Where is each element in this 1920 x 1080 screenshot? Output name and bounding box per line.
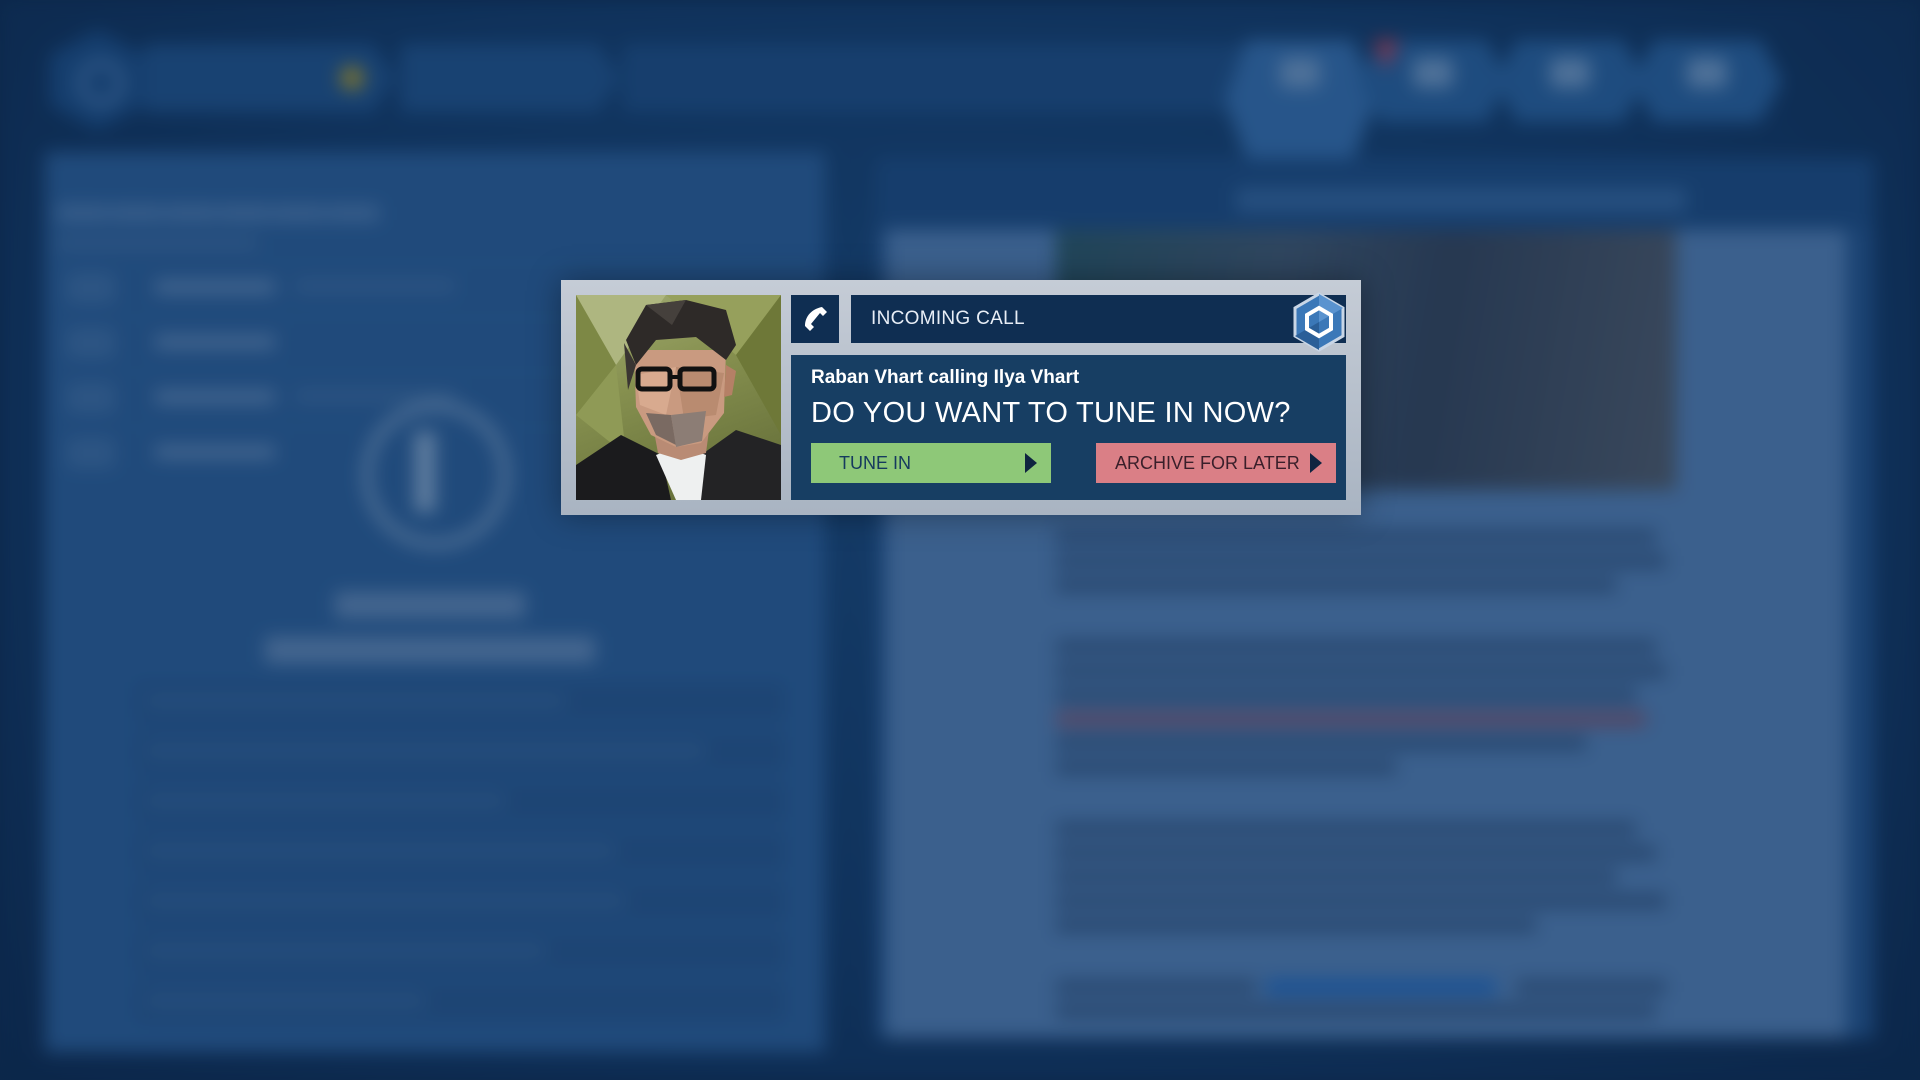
play-arrow-icon [1310,453,1322,473]
tune-in-question: DO YOU WANT TO TUNE IN NOW? [811,397,1291,429]
incoming-call-dialog: INCOMING CALL Raban Vhart calling Ilya V… [561,280,1361,515]
archive-for-later-button[interactable]: ARCHIVE FOR LATER [1096,443,1336,483]
call-body: Raban Vhart calling Ilya Vhart DO YOU WA… [791,355,1346,500]
phone-icon [805,307,827,331]
caller-portrait [576,295,781,500]
play-arrow-icon [1025,453,1037,473]
modal-backdrop [0,0,1920,1080]
dialog-title: INCOMING CALL [871,308,1025,329]
call-header: INCOMING CALL [851,292,1346,352]
archive-label: ARCHIVE FOR LATER [1115,453,1300,473]
tune-in-button[interactable]: TUNE IN [811,443,1051,483]
caller-text: Raban Vhart calling Ilya Vhart [811,367,1080,388]
game-screen: ▬▬▬▬▬▬ INCOMING CALL Raban Vhart calling… [0,0,1920,1080]
hexagon-logo-icon [1293,292,1345,352]
tune-in-label: TUNE IN [839,453,911,473]
call-icon-box [791,295,839,343]
